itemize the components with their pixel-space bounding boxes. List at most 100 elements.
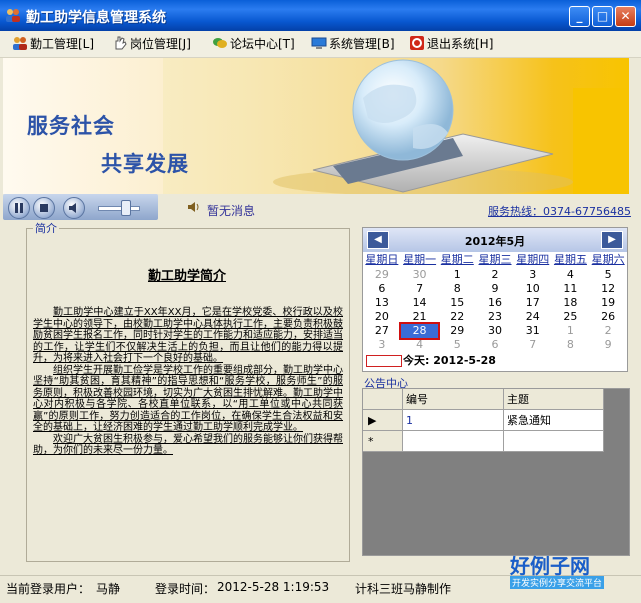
- current-user-value: 马静: [96, 582, 121, 596]
- menu-label: 岗位管理[J]: [130, 37, 191, 51]
- news-ticker: 暂无消息: [207, 204, 256, 218]
- menu-label: 勤工管理[L]: [30, 37, 95, 51]
- calendar-header: ◀ 2012年5月 ▶: [363, 228, 627, 252]
- calendar-day[interactable]: 9: [589, 338, 627, 352]
- speaker-icon: [186, 200, 202, 214]
- login-time-value: 2012-5-28 1:19:53: [217, 580, 330, 594]
- calendar-day[interactable]: 8: [552, 338, 590, 352]
- calendar-day[interactable]: 26: [589, 310, 627, 324]
- calendar-day[interactable]: 3: [363, 338, 401, 352]
- exit-icon: [409, 36, 425, 50]
- intro-paragraph: 组织学生开展勤工俭学是学校工作的重要组成部分，勤工助学中心坚持“助其贫困，育其精…: [33, 364, 343, 434]
- calendar-day[interactable]: 2: [589, 324, 627, 338]
- calendar-day[interactable]: 9: [476, 282, 514, 296]
- intro-panel: 勤工助学简介 勤工助学中心建立于XX年XX月，它是在学校党委、校行政以及校学生中…: [26, 228, 350, 562]
- calendar-day[interactable]: 6: [476, 338, 514, 352]
- calendar-day[interactable]: 6: [363, 282, 401, 296]
- calendar-day[interactable]: 22: [438, 310, 476, 324]
- calendar-day[interactable]: 13: [363, 296, 401, 310]
- today-marker: [366, 355, 402, 367]
- intro-paragraph: 勤工助学中心建立于XX年XX月，它是在学校党委、校行政以及校学生中心的领导下，由…: [33, 307, 343, 364]
- menu-attendance-management[interactable]: 勤工管理[L]: [12, 35, 94, 53]
- menu-forum-center[interactable]: 论坛中心[T]: [212, 35, 295, 53]
- calendar-day[interactable]: 29: [363, 268, 401, 282]
- calendar-day[interactable]: 1: [438, 268, 476, 282]
- calendar-day[interactable]: 20: [363, 310, 401, 324]
- calendar-day[interactable]: 1: [552, 324, 590, 338]
- calendar-day[interactable]: 12: [589, 282, 627, 296]
- calendar-day[interactable]: 30: [476, 324, 514, 338]
- menu-label: 系统管理[B]: [329, 37, 395, 51]
- volume-slider-handle[interactable]: [121, 200, 131, 216]
- banner-slogan-line2: 共享发展: [101, 152, 189, 176]
- row-indicator[interactable]: ▶: [363, 410, 403, 431]
- calendar-day[interactable]: 4: [401, 338, 439, 352]
- calendar-day[interactable]: 28: [398, 322, 441, 341]
- mute-button[interactable]: [63, 197, 85, 219]
- table-row[interactable]: ▶ 1 紧急通知: [363, 410, 604, 431]
- cell-subject[interactable]: 紧急通知: [504, 410, 604, 431]
- calendar-day[interactable]: 5: [589, 268, 627, 282]
- calendar-day[interactable]: 25: [552, 310, 590, 324]
- calendar-day[interactable]: 18: [552, 296, 590, 310]
- intro-legend: 简介: [33, 220, 59, 236]
- calendar-day[interactable]: 15: [438, 296, 476, 310]
- calendar-day[interactable]: 19: [589, 296, 627, 310]
- stop-button[interactable]: [33, 197, 55, 219]
- minimize-button[interactable]: _: [569, 6, 590, 27]
- menu-position-management[interactable]: 岗位管理[J]: [112, 35, 191, 53]
- menu-label: 退出系统[H]: [427, 37, 494, 51]
- column-header-subject[interactable]: 主题: [504, 389, 604, 410]
- calendar-day[interactable]: 10: [514, 282, 552, 296]
- calendar-day[interactable]: 14: [401, 296, 439, 310]
- volume-slider-track[interactable]: [98, 206, 140, 211]
- menu-system-management[interactable]: 系统管理[B]: [311, 35, 395, 53]
- calendar-day[interactable]: 21: [401, 310, 439, 324]
- calendar-day[interactable]: 24: [514, 310, 552, 324]
- calendar-today-label: 今天: 2012-5-28: [403, 354, 496, 367]
- notice-grid: 编号 主题 ▶ 1 紧急通知 *: [362, 388, 630, 556]
- intro-title: 勤工助学简介: [147, 269, 226, 284]
- new-row[interactable]: *: [363, 431, 604, 452]
- calendar-day[interactable]: 4: [552, 268, 590, 282]
- title-bar: 勤工助学信息管理系统 _ □ ✕: [0, 0, 641, 31]
- service-hotline-link[interactable]: 服务热线：0374-67756485: [488, 203, 631, 219]
- weekday-label: 星期三: [478, 253, 512, 266]
- calendar-day[interactable]: 29: [438, 324, 476, 338]
- column-header-id[interactable]: 编号: [403, 389, 504, 410]
- maximize-button[interactable]: □: [592, 6, 613, 27]
- calendar-weekday-row: 星期日 星期一 星期二 星期三 星期四 星期五 星期六: [363, 253, 627, 267]
- cell-subject-new[interactable]: [504, 431, 604, 452]
- calendar-day[interactable]: 31: [514, 324, 552, 338]
- window-title: 勤工助学信息管理系统: [26, 10, 166, 26]
- hand-icon: [112, 36, 128, 50]
- cell-id[interactable]: 1: [403, 410, 504, 431]
- calendar-day[interactable]: 7: [514, 338, 552, 352]
- calendar-day[interactable]: 2: [476, 268, 514, 282]
- users-icon: [12, 36, 28, 50]
- pause-button[interactable]: [8, 197, 30, 219]
- calendar-day[interactable]: 27: [363, 324, 401, 338]
- calendar-day-grid: 29 30 1 2 3 4 5 6 7 8 9 10 11 12 13 14 15 16 17 18 19 20 21 22 2…: [363, 268, 627, 353]
- calendar-day[interactable]: 8: [438, 282, 476, 296]
- calendar-next-button[interactable]: ▶: [601, 231, 623, 249]
- calendar-day[interactable]: 23: [476, 310, 514, 324]
- menu-exit-system[interactable]: 退出系统[H]: [409, 35, 493, 53]
- calendar-day[interactable]: 30: [401, 268, 439, 282]
- calendar-day[interactable]: 17: [514, 296, 552, 310]
- menu-label: 论坛中心[T]: [230, 37, 295, 51]
- calendar-today-row[interactable]: 今天: 2012-5-28: [363, 353, 627, 369]
- calendar-day[interactable]: 11: [552, 282, 590, 296]
- calendar-day[interactable]: 3: [514, 268, 552, 282]
- close-button[interactable]: ✕: [615, 6, 636, 27]
- volume-icon: [69, 203, 76, 213]
- watermark-subtitle: 开发实例分享交流平台: [510, 576, 605, 589]
- weekday-label: 星期日: [365, 253, 399, 266]
- calendar-day[interactable]: 16: [476, 296, 514, 310]
- calendar-day[interactable]: 7: [401, 282, 439, 296]
- media-player: [3, 194, 158, 220]
- calendar-day[interactable]: 5: [438, 338, 476, 352]
- chat-icon: [212, 36, 228, 50]
- new-row-indicator[interactable]: *: [363, 431, 403, 452]
- cell-id-new[interactable]: [403, 431, 504, 452]
